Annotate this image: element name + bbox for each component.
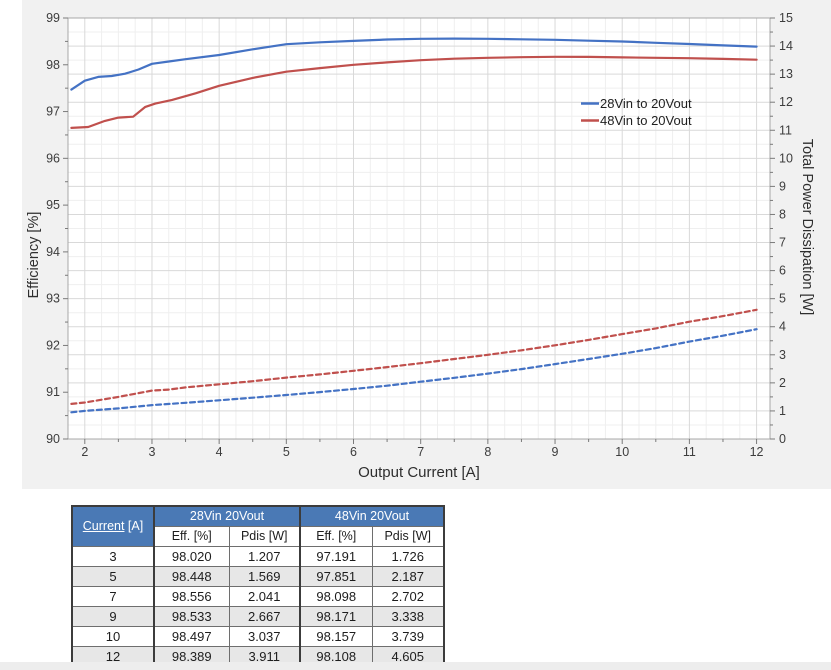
cell-value: 98.098 — [300, 587, 372, 607]
svg-text:11: 11 — [779, 123, 792, 137]
subheader-pdis-48: Pdis [W] — [372, 527, 444, 547]
svg-text:0: 0 — [779, 432, 786, 446]
svg-text:15: 15 — [779, 11, 793, 25]
cell-value: 1.207 — [229, 547, 300, 567]
table-row: 998.5332.66798.1713.338 — [72, 607, 444, 627]
table-row: 1098.4973.03798.1573.739 — [72, 627, 444, 647]
svg-text:97: 97 — [46, 105, 60, 119]
x-axis-title: Output Current [A] — [358, 464, 480, 481]
svg-text:10: 10 — [779, 151, 793, 165]
cell-value: 2.041 — [229, 587, 300, 607]
svg-text:9: 9 — [779, 179, 786, 193]
cell-value: 3.037 — [229, 627, 300, 647]
table-header-28vin: 28Vin 20Vout — [154, 506, 300, 527]
cell-value: 98.448 — [154, 567, 229, 587]
svg-text:99: 99 — [46, 11, 60, 25]
y-right-title: Total Power Dissipation [W] — [799, 139, 815, 315]
svg-text:3: 3 — [779, 348, 786, 362]
measurement-table: Current [A] 28Vin 20Vout 48Vin 20Vout Ef… — [71, 505, 445, 668]
table-group-header-row: Current [A] 28Vin 20Vout 48Vin 20Vout — [72, 506, 444, 527]
cell-value: 1.726 — [372, 547, 444, 567]
svg-text:95: 95 — [46, 198, 60, 212]
svg-text:11: 11 — [683, 445, 696, 459]
x-axis: 2 3 4 5 6 7 8 9 10 11 12 Output Current [A] — [81, 439, 763, 481]
cell-value: 98.533 — [154, 607, 229, 627]
svg-text:3: 3 — [148, 445, 155, 459]
svg-text:5: 5 — [283, 445, 290, 459]
cell-value: 98.497 — [154, 627, 229, 647]
cell-value: 2.667 — [229, 607, 300, 627]
svg-text:6: 6 — [779, 264, 786, 278]
page-root: 23456789101112Output Current [A]90919293… — [0, 0, 831, 670]
bottom-strip — [0, 662, 831, 670]
svg-text:4: 4 — [216, 445, 223, 459]
subheader-eff-28: Eff. [%] — [154, 527, 229, 547]
svg-text:91: 91 — [46, 385, 60, 399]
svg-text:2: 2 — [81, 445, 88, 459]
svg-text:12: 12 — [779, 95, 793, 109]
svg-text:94: 94 — [46, 245, 60, 259]
svg-text:7: 7 — [779, 236, 786, 250]
cell-value: 2.187 — [372, 567, 444, 587]
current-header-label: Current — [83, 519, 125, 533]
svg-text:6: 6 — [350, 445, 357, 459]
y-left-title: Efficiency [%] — [26, 212, 42, 299]
svg-text:8: 8 — [484, 445, 491, 459]
cell-value: 1.569 — [229, 567, 300, 587]
cell-value: 98.556 — [154, 587, 229, 607]
cell-value: 97.191 — [300, 547, 372, 567]
cell-value: 3.739 — [372, 627, 444, 647]
svg-text:90: 90 — [46, 432, 60, 446]
cell-current: 3 — [72, 547, 154, 567]
subheader-pdis-28: Pdis [W] — [229, 527, 300, 547]
legend-label: 28Vin to 20Vout — [600, 96, 692, 111]
svg-text:14: 14 — [779, 39, 793, 53]
cell-value: 98.020 — [154, 547, 229, 567]
table-row: 598.4481.56997.8512.187 — [72, 567, 444, 587]
svg-text:5: 5 — [779, 292, 786, 306]
svg-text:13: 13 — [779, 67, 793, 81]
legend-label: 48Vin to 20Vout — [600, 113, 692, 128]
cell-current: 9 — [72, 607, 154, 627]
table-header-current: Current [A] — [72, 506, 154, 547]
svg-text:98: 98 — [46, 58, 60, 72]
svg-text:96: 96 — [46, 151, 60, 165]
table-header-48vin: 48Vin 20Vout — [300, 506, 444, 527]
cell-value: 2.702 — [372, 587, 444, 607]
cell-value: 98.157 — [300, 627, 372, 647]
cell-current: 5 — [72, 567, 154, 587]
svg-text:10: 10 — [615, 445, 629, 459]
cell-value: 98.171 — [300, 607, 372, 627]
efficiency-power-chart: 23456789101112Output Current [A]90919293… — [0, 0, 831, 490]
svg-text:2: 2 — [779, 376, 786, 390]
cell-current: 7 — [72, 587, 154, 607]
svg-text:9: 9 — [552, 445, 559, 459]
svg-text:92: 92 — [46, 338, 60, 352]
table-row: 798.5562.04198.0982.702 — [72, 587, 444, 607]
cell-value: 97.851 — [300, 567, 372, 587]
svg-text:4: 4 — [779, 320, 786, 334]
svg-text:8: 8 — [779, 207, 786, 221]
subheader-eff-48: Eff. [%] — [300, 527, 372, 547]
current-header-unit: [A] — [124, 519, 143, 533]
cell-current: 10 — [72, 627, 154, 647]
cell-value: 3.338 — [372, 607, 444, 627]
svg-text:93: 93 — [46, 292, 60, 306]
svg-text:1: 1 — [779, 404, 786, 418]
table-row: 398.0201.20797.1911.726 — [72, 547, 444, 567]
svg-text:12: 12 — [750, 445, 764, 459]
table-body: 398.0201.20797.1911.726598.4481.56997.85… — [72, 547, 444, 668]
y-axis-right: 0123456789101112131415Total Power Dissip… — [770, 11, 815, 446]
y-axis-left: 90 91 92 93 94 95 96 97 98 99 Efficiency [%] — [26, 11, 68, 446]
svg-text:7: 7 — [417, 445, 424, 459]
